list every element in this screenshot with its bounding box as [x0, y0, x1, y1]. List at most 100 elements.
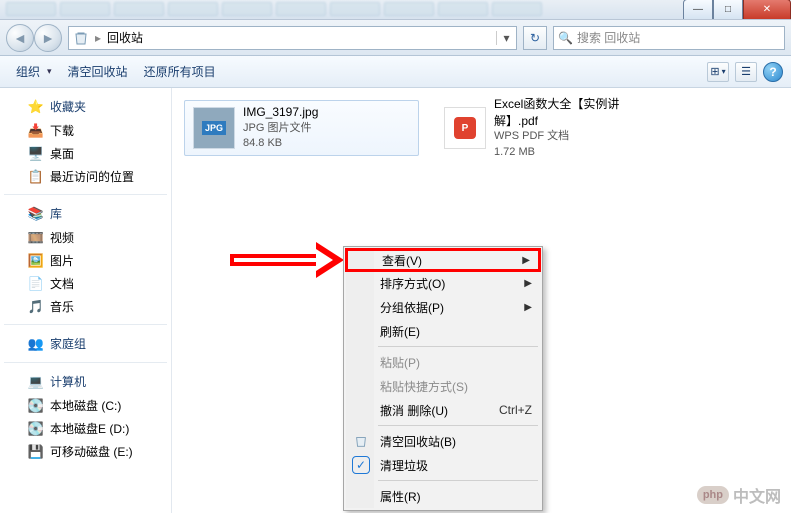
- empty-bin-button[interactable]: 清空回收站: [60, 59, 136, 84]
- ctx-sort[interactable]: 排序方式(O) ▶: [346, 271, 540, 295]
- file-item[interactable]: P Excel函数大全【实例讲解】.pdf WPS PDF 文档 1.72 MB: [435, 100, 670, 156]
- ctx-paste: 粘贴(P): [346, 350, 540, 374]
- sidebar-favorites-label: 收藏夹: [50, 98, 86, 115]
- sidebar-favorites[interactable]: ⭐ 收藏夹: [0, 94, 171, 119]
- file-name: Excel函数大全【实例讲解】.pdf: [494, 96, 661, 130]
- sidebar-homegroup[interactable]: 👥 家庭组: [0, 331, 171, 356]
- minimize-button[interactable]: —: [683, 0, 713, 19]
- file-size: 84.8 KB: [243, 136, 318, 151]
- back-button[interactable]: ◄: [6, 24, 34, 52]
- sidebar-documents[interactable]: 📄 文档: [0, 272, 171, 295]
- address-dropdown[interactable]: ▾: [496, 31, 512, 45]
- titlebar: — □ ✕: [0, 0, 791, 20]
- sidebar-item-label: 可移动磁盘 (E:): [50, 443, 133, 460]
- sidebar-disk-c[interactable]: 💽 本地磁盘 (C:): [0, 394, 171, 417]
- ctx-properties[interactable]: 属性(R): [346, 484, 540, 508]
- homegroup-icon: 👥: [28, 336, 44, 352]
- search-input[interactable]: 🔍 搜索 回收站: [553, 26, 785, 50]
- pdf-thumbnail-icon: P: [444, 107, 486, 149]
- file-type: WPS PDF 文档: [494, 129, 661, 144]
- ctx-clean-junk[interactable]: ✓ 清理垃圾: [346, 453, 540, 477]
- sidebar-item-label: 本地磁盘E (D:): [50, 420, 129, 437]
- sidebar-item-label: 最近访问的位置: [50, 168, 134, 185]
- refresh-button[interactable]: ↻: [523, 26, 547, 50]
- search-icon: 🔍: [558, 31, 573, 45]
- sidebar-item-label: 文档: [50, 275, 74, 292]
- ctx-view[interactable]: 查看(V) ▶: [345, 248, 541, 272]
- forward-button[interactable]: ►: [34, 24, 62, 52]
- taskbar-tabs-blur: [6, 2, 606, 18]
- sidebar-recent[interactable]: 📋最近访问的位置: [0, 165, 171, 188]
- ctx-separator: [378, 425, 538, 426]
- watermark: php 中文网: [697, 483, 781, 507]
- ctx-item-label: 清空回收站(B): [380, 433, 456, 450]
- ctx-item-label: 查看(V): [382, 252, 422, 269]
- view-layout-button[interactable]: ⊞▾: [707, 62, 729, 82]
- ctx-undo-delete[interactable]: 撤消 删除(U) Ctrl+Z: [346, 398, 540, 422]
- breadcrumb-separator: ▸: [95, 31, 101, 45]
- sidebar-music[interactable]: 🎵 音乐: [0, 295, 171, 318]
- shield-icon: ✓: [352, 456, 370, 474]
- sidebar-disk-e[interactable]: 💾可移动磁盘 (E:): [0, 440, 171, 463]
- library-icon: 📚: [28, 206, 44, 222]
- sidebar-item-label: 视频: [50, 229, 74, 246]
- file-type: JPG 图片文件: [243, 121, 318, 136]
- recycle-bin-icon: [73, 30, 89, 46]
- documents-icon: 📄: [28, 276, 44, 292]
- restore-all-button[interactable]: 还原所有项目: [136, 59, 224, 84]
- sidebar-libraries[interactable]: 📚 库: [0, 201, 171, 226]
- maximize-button[interactable]: □: [713, 0, 743, 19]
- context-menu: 查看(V) ▶ 排序方式(O) ▶ 分组依据(P) ▶ 刷新(E) 粘贴(P) …: [343, 246, 543, 511]
- pictures-icon: 🖼️: [28, 253, 44, 269]
- breadcrumb-location[interactable]: 回收站: [107, 29, 143, 46]
- video-icon: 🎞️: [28, 230, 44, 246]
- ctx-paste-shortcut: 粘贴快捷方式(S): [346, 374, 540, 398]
- desktop-icon: 🖥️: [28, 146, 44, 162]
- sidebar: ⭐ 收藏夹 📥 下载 🖥️ 桌面 📋最近访问的位置 📚 库 🎞️ 视频 🖼️ 图片 📄 文…: [0, 88, 172, 513]
- download-icon: 📥: [28, 123, 44, 139]
- sidebar-item-label: 图片: [50, 252, 74, 269]
- sidebar-downloads[interactable]: 📥 下载: [0, 119, 171, 142]
- star-icon: ⭐: [28, 99, 44, 115]
- sidebar-computer[interactable]: 💻 计算机: [0, 369, 171, 394]
- ctx-refresh[interactable]: 刷新(E): [346, 319, 540, 343]
- ctx-item-label: 属性(R): [380, 488, 421, 505]
- search-placeholder: 搜索 回收站: [577, 29, 640, 46]
- ctx-separator: [378, 346, 538, 347]
- nav-buttons: ◄ ►: [6, 24, 62, 52]
- sidebar-videos[interactable]: 🎞️ 视频: [0, 226, 171, 249]
- file-size: 1.72 MB: [494, 145, 661, 160]
- close-button[interactable]: ✕: [743, 0, 791, 19]
- ctx-item-label: 排序方式(O): [380, 275, 445, 292]
- address-box[interactable]: ▸ 回收站 ▾: [68, 26, 517, 50]
- ctx-item-label: 粘贴(P): [380, 354, 420, 371]
- disk-icon: 💽: [28, 421, 44, 437]
- ctx-group[interactable]: 分组依据(P) ▶: [346, 295, 540, 319]
- computer-icon: 💻: [28, 374, 44, 390]
- toolbar: 组织 清空回收站 还原所有项目 ⊞▾ ☰ ?: [0, 56, 791, 88]
- help-button[interactable]: ?: [763, 62, 783, 82]
- ctx-empty-bin[interactable]: 清空回收站(B): [346, 429, 540, 453]
- sidebar-pictures[interactable]: 🖼️ 图片: [0, 249, 171, 272]
- sidebar-homegroup-label: 家庭组: [50, 335, 86, 352]
- sidebar-item-label: 桌面: [50, 145, 74, 162]
- file-item[interactable]: JPG IMG_3197.jpg JPG 图片文件 84.8 KB: [184, 100, 419, 156]
- ctx-shortcut: Ctrl+Z: [499, 403, 532, 417]
- watermark-text: 中文网: [733, 483, 781, 507]
- ctx-item-label: 分组依据(P): [380, 299, 444, 316]
- sidebar-item-label: 下载: [50, 122, 74, 139]
- ctx-item-label: 撤消 删除(U): [380, 402, 448, 419]
- sidebar-desktop[interactable]: 🖥️ 桌面: [0, 142, 171, 165]
- sidebar-separator: [4, 362, 167, 363]
- submenu-arrow-icon: ▶: [522, 255, 530, 266]
- sidebar-item-label: 音乐: [50, 298, 74, 315]
- ctx-separator: [378, 480, 538, 481]
- preview-pane-button[interactable]: ☰: [735, 62, 757, 82]
- ctx-item-label: 刷新(E): [380, 323, 420, 340]
- organize-button[interactable]: 组织: [8, 59, 60, 84]
- sidebar-disk-d[interactable]: 💽 本地磁盘E (D:): [0, 417, 171, 440]
- music-icon: 🎵: [28, 299, 44, 315]
- sidebar-computer-label: 计算机: [50, 373, 86, 390]
- sidebar-item-label: 本地磁盘 (C:): [50, 397, 121, 414]
- disk-icon: 💽: [28, 398, 44, 414]
